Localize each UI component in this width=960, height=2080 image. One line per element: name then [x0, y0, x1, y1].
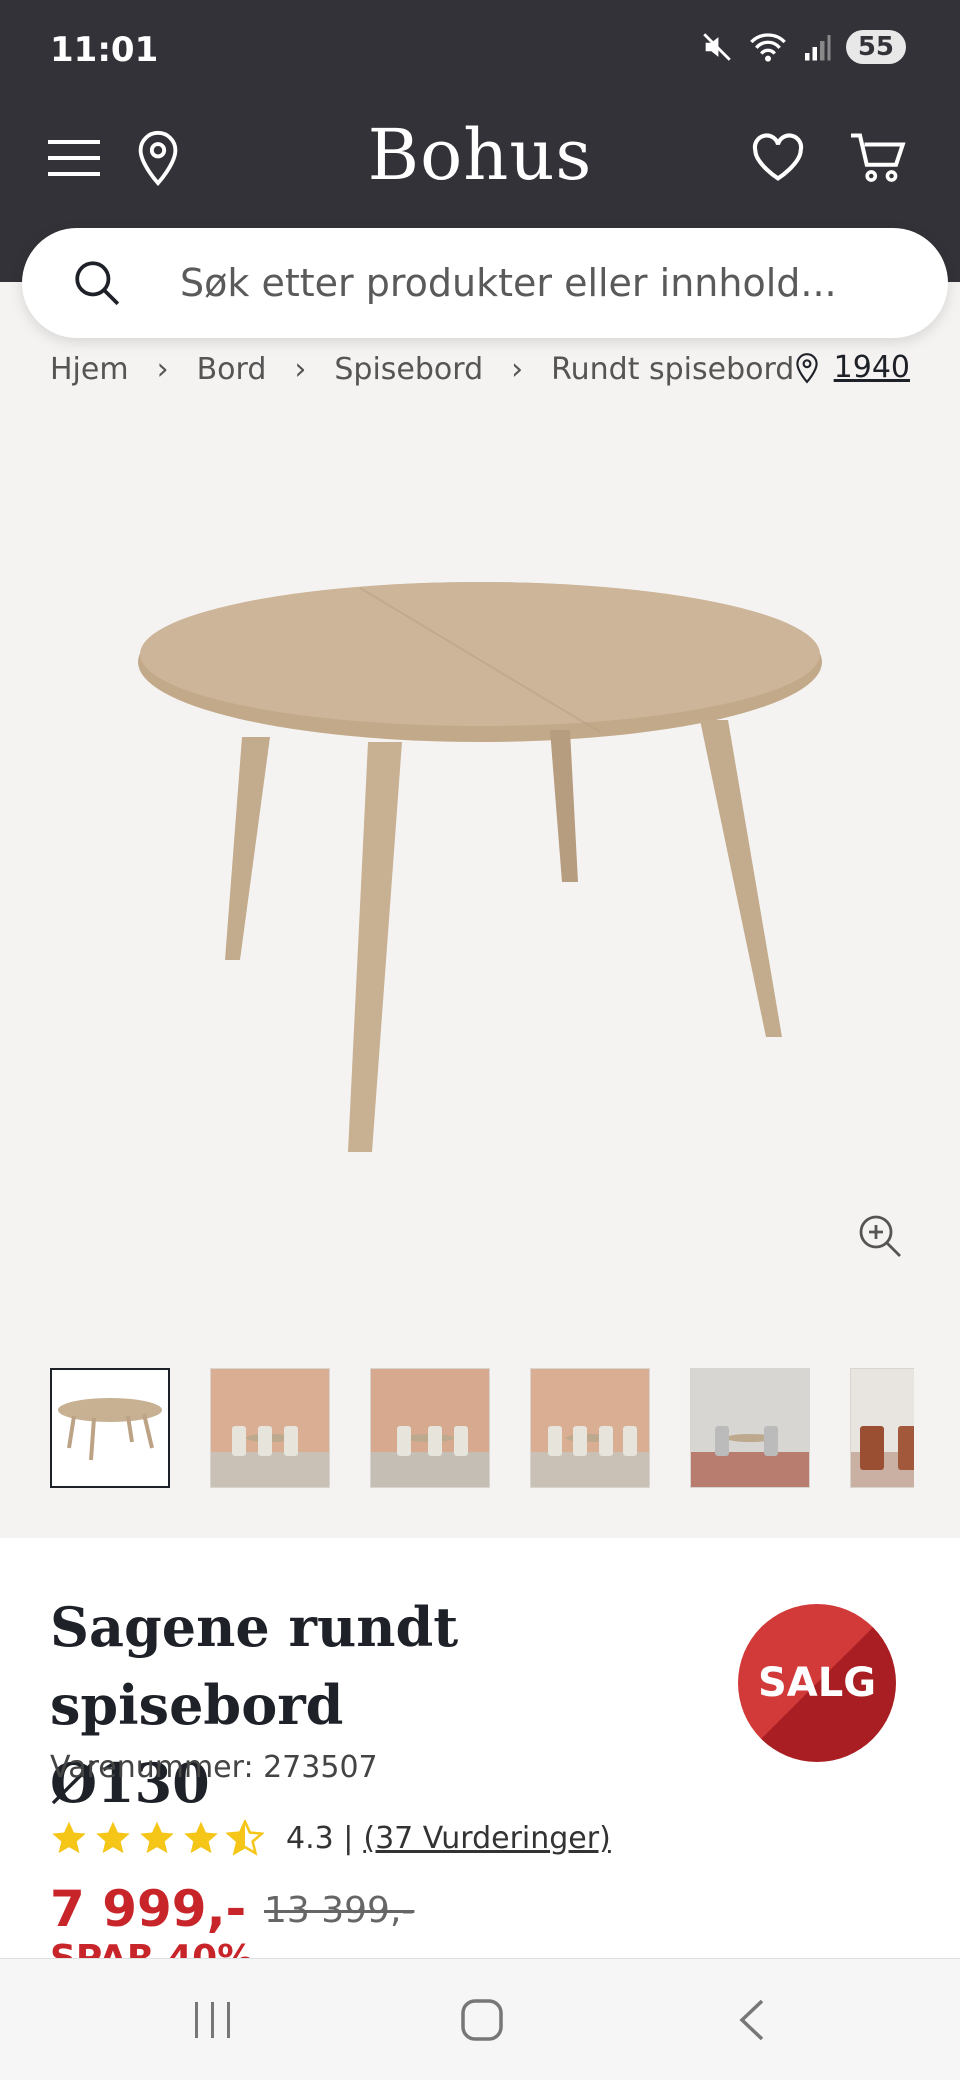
wifi-icon: [749, 33, 786, 62]
product-sku: Varenummer: 273507: [50, 1750, 378, 1785]
bohus-logo[interactable]: Bohus: [0, 114, 960, 196]
product-title-line1: Sagene rundt spisebord: [50, 1595, 459, 1737]
search-input[interactable]: [180, 261, 880, 305]
product-gallery: Hjem › Bord › Spisebord › Rundt spisebor…: [0, 282, 960, 1538]
cart-icon: [851, 133, 906, 182]
wishlist-button[interactable]: [746, 126, 810, 190]
half-star-icon: [226, 1820, 264, 1856]
breadcrumb-item-home[interactable]: Hjem: [50, 352, 129, 387]
breadcrumb-item-spisebord[interactable]: Spisebord: [334, 352, 483, 387]
chevron-right-icon: ›: [294, 352, 307, 387]
store-code[interactable]: 1940: [834, 350, 910, 385]
thumbnail-item[interactable]: [50, 1368, 170, 1488]
star-icon: [96, 1821, 130, 1854]
save-label: SPAR 40%: [50, 1938, 254, 1960]
sale-badge: SALG: [738, 1604, 896, 1762]
star-icon: [184, 1821, 218, 1854]
battery-indicator: 55: [845, 30, 906, 64]
site-header: Bohus: [0, 110, 960, 210]
chevron-right-icon: ›: [156, 352, 169, 387]
cart-button[interactable]: [846, 126, 910, 190]
breadcrumb-item-rundt-spisebord[interactable]: Rundt spisebord: [551, 352, 794, 387]
store-selector[interactable]: 1940: [794, 350, 910, 385]
status-icons: 55: [700, 30, 906, 64]
breadcrumb: Hjem › Bord › Spisebord › Rundt spisebor…: [50, 352, 794, 387]
back-button[interactable]: [722, 1995, 782, 2045]
rating-value: 4.3 |: [286, 1820, 354, 1856]
search-icon: [75, 261, 120, 306]
recent-apps-button[interactable]: [183, 1995, 243, 2045]
thumbnail-strip: [50, 1368, 914, 1488]
mute-icon: [703, 33, 731, 61]
recent-apps-icon: [195, 2002, 230, 2038]
reviews-link[interactable]: (37 Vurderinger): [363, 1821, 610, 1856]
original-price: 13 399,-: [264, 1890, 415, 1931]
thumbnail-item[interactable]: [850, 1368, 914, 1488]
zoom-in-icon[interactable]: [856, 1212, 904, 1260]
thumbnail-item[interactable]: [210, 1368, 330, 1488]
star-icon: [140, 1821, 174, 1854]
chevron-right-icon: ›: [511, 352, 524, 387]
home-button[interactable]: [452, 1995, 512, 2045]
breadcrumb-item-bord[interactable]: Bord: [197, 352, 267, 387]
back-icon: [739, 1999, 764, 2041]
product-rating: 4.3 | (37 Vurderinger): [50, 1820, 611, 1856]
heart-icon: [752, 133, 804, 181]
system-nav-bar: [0, 1958, 960, 2080]
status-bar: 11:01 55: [0, 0, 960, 104]
thumbnail-item[interactable]: [530, 1368, 650, 1488]
signal-icon: [804, 35, 831, 61]
product-image[interactable]: [130, 582, 830, 1162]
current-price: 7 999,-: [50, 1880, 247, 1938]
location-icon: [795, 352, 818, 383]
star-icon: [52, 1821, 86, 1854]
thumbnail-item[interactable]: [690, 1368, 810, 1488]
thumbnail-item[interactable]: [370, 1368, 490, 1488]
status-time: 11:01: [50, 30, 159, 70]
product-info: Sagene rundt spisebord Ø130 SALG Varenum…: [0, 1538, 960, 1960]
product-title: Sagene rundt spisebord Ø130: [50, 1588, 710, 1822]
home-icon: [461, 1999, 503, 2041]
search-bar[interactable]: [22, 228, 948, 338]
rating-stars: [50, 1820, 264, 1856]
